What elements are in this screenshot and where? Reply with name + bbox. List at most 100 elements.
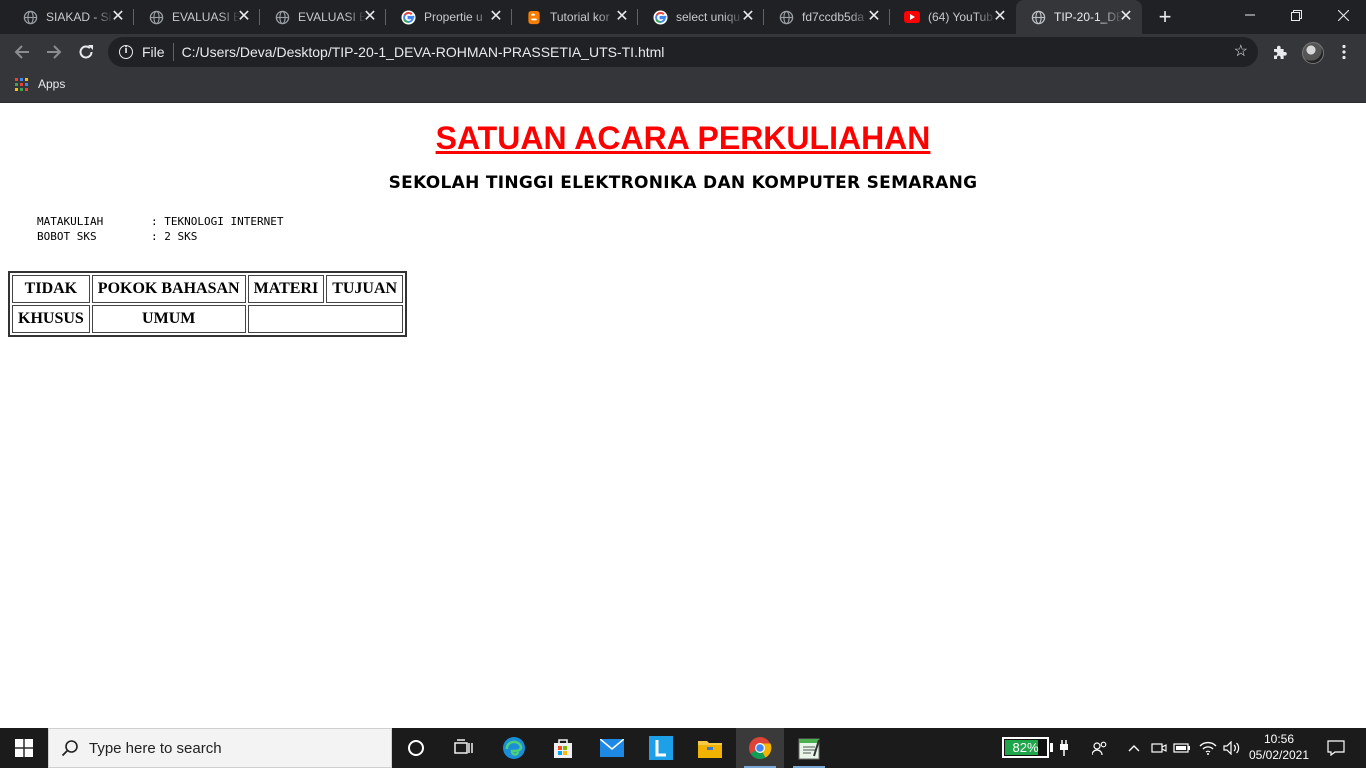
minimize-icon	[1245, 14, 1255, 16]
tab-siakad[interactable]: SIAKAD - Si ✕	[8, 0, 134, 34]
tab-tutorial[interactable]: Tutorial kor ✕	[512, 0, 638, 34]
notepad-app[interactable]	[785, 728, 833, 768]
tab-propertie[interactable]: Propertie u ✕	[386, 0, 512, 34]
volume-icon[interactable]	[1220, 728, 1244, 768]
tab-evaluasi-1[interactable]: EVALUASI B ✕	[134, 0, 260, 34]
globe-icon	[778, 9, 794, 25]
bookmarks-bar: Apps	[0, 70, 1366, 103]
store-app[interactable]	[539, 728, 587, 768]
more-menu-icon[interactable]	[1334, 42, 1354, 62]
star-icon[interactable]: ☆	[1234, 42, 1248, 62]
table-row: KHUSUS UMUM	[12, 305, 404, 333]
chevron-up-icon[interactable]	[1124, 728, 1144, 768]
people-icon[interactable]	[1088, 728, 1112, 768]
tab-evaluasi-2[interactable]: EVALUASI B ✕	[260, 0, 386, 34]
table-cell: TIDAK	[12, 275, 90, 303]
close-window-button[interactable]	[1320, 0, 1366, 30]
close-icon[interactable]: ✕	[866, 9, 882, 25]
info-key: MATAKULIAH	[37, 215, 104, 228]
search-placeholder: Type here to search	[89, 739, 222, 757]
clock-date: 05/02/2021	[1248, 748, 1310, 762]
table-cell: UMUM	[91, 305, 246, 333]
close-icon[interactable]: ✕	[110, 9, 126, 25]
table-cell: KHUSUS	[12, 305, 90, 333]
close-icon[interactable]: ✕	[236, 9, 252, 25]
url-text[interactable]: C:/Users/Deva/Desktop/TIP-20-1_DEVA-ROHM…	[182, 44, 665, 60]
new-tab-button[interactable]: +	[1153, 5, 1177, 29]
cortana-button[interactable]	[392, 728, 440, 768]
meet-now-icon[interactable]	[1148, 728, 1170, 768]
chrome-app[interactable]	[736, 728, 784, 768]
address-bar[interactable]: i File C:/Users/Deva/Desktop/TIP-20-1_DE…	[108, 37, 1258, 67]
globe-icon	[274, 9, 290, 25]
info-key: BOBOT SKS	[37, 230, 97, 243]
tab-select-unique[interactable]: select uniqu ✕	[638, 0, 764, 34]
notification-center-button[interactable]	[1318, 728, 1354, 768]
reload-icon	[79, 45, 93, 59]
tab-youtube[interactable]: (64) YouTub ✕	[890, 0, 1016, 34]
table-cell: TUJUAN	[326, 275, 404, 303]
close-icon[interactable]: ✕	[1118, 9, 1134, 25]
globe-icon	[148, 9, 164, 25]
restore-button[interactable]	[1273, 0, 1319, 30]
l-app-icon	[649, 736, 673, 760]
reload-button[interactable]	[72, 38, 100, 66]
tab-strip: SIAKAD - Si ✕ EVALUASI B ✕ EVALUASI B ✕ …	[0, 0, 1366, 34]
blogger-icon	[526, 9, 542, 25]
apps-grid-icon	[15, 77, 28, 91]
table-cell: POKOK BAHASAN	[91, 275, 246, 303]
mail-app[interactable]	[588, 728, 636, 768]
task-view-button[interactable]	[440, 728, 488, 768]
battery-terminal	[1050, 743, 1053, 752]
apps-label: Apps	[38, 77, 66, 91]
file-explorer-icon	[698, 741, 722, 758]
battery-tray-icon[interactable]	[1170, 728, 1194, 768]
table-cell-empty	[247, 305, 404, 333]
table-row: TIDAK POKOK BAHASAN MATERI TUJUAN	[12, 275, 404, 303]
table-cell: MATERI	[247, 275, 325, 303]
close-icon[interactable]: ✕	[362, 9, 378, 25]
info-row-bobot-sks: BOBOT SKS : 2 SKS	[37, 229, 283, 244]
taskbar-search[interactable]: Type here to search	[48, 728, 392, 768]
tab-title: Propertie u	[424, 10, 483, 24]
google-icon	[400, 9, 416, 25]
tab-title: TIP-20-1_DE	[1054, 10, 1122, 24]
file-explorer-app[interactable]	[686, 728, 734, 768]
info-icon[interactable]: i	[119, 45, 133, 59]
edge-app[interactable]	[490, 728, 538, 768]
info-value: : 2 SKS	[151, 230, 198, 243]
taskbar: Type here to search 82% 10:56 05/02/2021	[0, 728, 1366, 768]
close-icon[interactable]: ✕	[740, 9, 756, 25]
mail-icon	[600, 739, 624, 757]
power-plug-icon[interactable]	[1054, 728, 1074, 768]
close-icon[interactable]: ✕	[992, 9, 1008, 25]
youtube-icon	[904, 9, 920, 25]
page-viewport: SATUAN ACARA PERKULIAHAN SEKOLAH TINGGI …	[0, 103, 1366, 728]
minimize-button[interactable]	[1227, 0, 1273, 30]
wifi-icon[interactable]	[1196, 728, 1220, 768]
battery-indicator[interactable]: 82%	[1002, 737, 1049, 758]
close-icon	[1337, 9, 1349, 21]
system-clock[interactable]: 10:56 05/02/2021	[1246, 731, 1312, 763]
tab-title: fd7ccdb5da	[802, 10, 865, 24]
tab-fd7ccdb5da[interactable]: fd7ccdb5da ✕	[764, 0, 890, 34]
close-icon[interactable]: ✕	[488, 9, 504, 25]
cortana-icon	[408, 740, 424, 756]
apps-shortcut[interactable]: Apps	[15, 77, 65, 91]
start-button[interactable]	[0, 728, 48, 768]
profile-avatar[interactable]	[1302, 42, 1324, 64]
extensions-icon[interactable]	[1270, 42, 1290, 62]
back-button[interactable]	[8, 38, 36, 66]
globe-icon	[22, 9, 38, 25]
close-icon[interactable]: ✕	[614, 9, 630, 25]
page-title: SATUAN ACARA PERKULIAHAN	[435, 120, 931, 156]
sap-table: TIDAK POKOK BAHASAN MATERI TUJUAN KHUSUS…	[8, 271, 408, 337]
arrow-right-icon	[47, 45, 62, 59]
edge-icon	[503, 737, 525, 759]
page-subtitle: SEKOLAH TINGGI ELEKTRONIKA DAN KOMPUTER …	[388, 173, 978, 193]
l-app[interactable]	[637, 728, 685, 768]
tab-tip-active[interactable]: TIP-20-1_DE ✕	[1016, 0, 1142, 34]
tab-title: Tutorial kor	[550, 10, 610, 24]
forward-button[interactable]	[40, 38, 68, 66]
notification-icon	[1327, 740, 1345, 756]
